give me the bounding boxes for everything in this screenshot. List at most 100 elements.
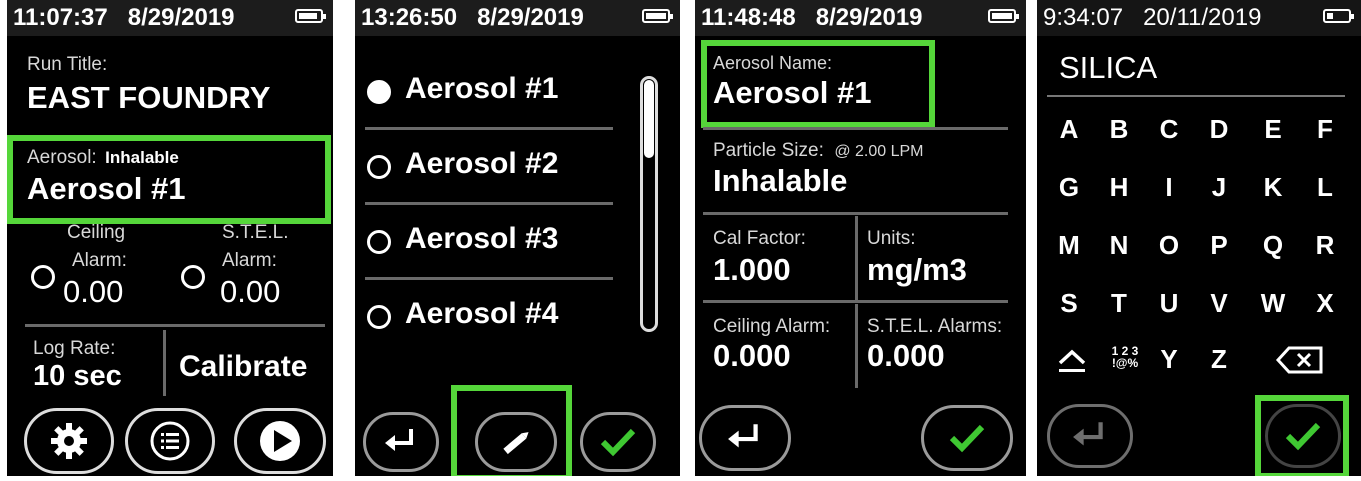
key[interactable]: Q (1253, 230, 1293, 261)
key[interactable]: Z (1199, 344, 1239, 375)
aerosol-header: Aerosol: Inhalable (27, 147, 179, 169)
check-icon (1285, 422, 1321, 451)
key[interactable]: S (1049, 288, 1089, 319)
aerosol-name-label: Aerosol Name: (713, 53, 833, 73)
check-icon (949, 424, 985, 453)
particle-flow: @ 2.00 LPM (834, 143, 924, 160)
list-button[interactable] (125, 408, 215, 474)
battery-icon (295, 9, 326, 23)
key[interactable]: I (1149, 172, 1189, 203)
units-label: Units: (867, 228, 916, 249)
ceiling-radio[interactable] (31, 265, 55, 289)
stel-value: 0.00 (220, 274, 281, 309)
list-item-radio[interactable] (367, 155, 391, 179)
stel-alarm-label: S.T.E.L. Alarms: (867, 316, 1003, 337)
key[interactable]: J (1199, 172, 1239, 203)
start-run-button[interactable] (234, 408, 326, 474)
backspace-icon (1275, 346, 1323, 374)
divider (365, 127, 613, 130)
ceiling-alarm-value[interactable]: 0.000 (713, 338, 791, 374)
screen-main: 11:07:37 8/29/2019 Run Title: EAST FOUND… (7, 0, 333, 476)
key[interactable]: F (1305, 114, 1345, 145)
key[interactable]: B (1099, 114, 1139, 145)
backspace-key[interactable] (1275, 345, 1325, 375)
lograte-label: Log Rate: (33, 338, 116, 359)
aerosol-name-field[interactable]: Aerosol #1 (713, 75, 872, 111)
divider (703, 300, 1008, 303)
list-item-radio[interactable] (367, 305, 391, 329)
symbols-key[interactable]: 1 2 3 !@% (1107, 345, 1143, 369)
aerosol-type: Inhalable (105, 148, 179, 167)
play-icon (260, 421, 300, 461)
units-value[interactable]: mg/m3 (867, 252, 967, 288)
key[interactable]: G (1049, 172, 1089, 203)
lograte-value[interactable]: 10 sec (33, 360, 122, 393)
calibrate-button[interactable]: Calibrate (179, 350, 307, 384)
key[interactable]: H (1099, 172, 1139, 203)
back-button[interactable] (1047, 404, 1133, 468)
key[interactable]: M (1049, 230, 1089, 261)
list-item-radio[interactable] (367, 230, 391, 254)
divider (855, 216, 858, 300)
stel-alarm-value[interactable]: 0.000 (867, 338, 945, 374)
scrollbar-thumb[interactable] (644, 80, 654, 158)
confirm-button[interactable] (1265, 404, 1341, 468)
ceiling-alarm-label: Alarm: (72, 250, 127, 271)
key[interactable]: P (1199, 230, 1239, 261)
scrollbar[interactable] (640, 76, 658, 332)
key[interactable]: Y (1149, 344, 1189, 375)
back-button[interactable] (699, 405, 791, 471)
list-item-radio[interactable] (367, 80, 391, 104)
aerosol-name[interactable]: Aerosol #1 (27, 171, 186, 207)
list-icon (150, 421, 190, 461)
run-title[interactable]: EAST FOUNDRY (27, 80, 270, 116)
settings-button[interactable] (24, 408, 114, 474)
ceiling-alarm-label: Ceiling Alarm: (713, 316, 831, 337)
list-item[interactable]: Aerosol #1 (405, 72, 558, 106)
key[interactable]: U (1149, 288, 1189, 319)
confirm-button[interactable] (580, 412, 656, 472)
divider (365, 202, 613, 205)
key[interactable]: X (1305, 288, 1345, 319)
status-bar: 11:48:48 8/29/2019 (695, 0, 1026, 36)
clock-time: 9:34:07 (1043, 4, 1124, 31)
clock-date: 8/29/2019 (815, 4, 923, 31)
cal-factor-value[interactable]: 1.000 (713, 252, 791, 288)
stel-radio[interactable] (181, 265, 205, 289)
screen-aerosol-list: 13:26:50 8/29/2019 Aerosol #1 Aerosol #2… (355, 0, 680, 476)
key[interactable]: R (1305, 230, 1345, 261)
clock-date: 20/11/2019 (1143, 4, 1262, 31)
clock-time: 11:48:48 (701, 4, 796, 31)
clock-time: 13:26:50 (361, 4, 458, 31)
key[interactable]: D (1199, 114, 1239, 145)
key[interactable]: V (1199, 288, 1239, 319)
battery-icon (642, 9, 673, 23)
back-icon (1073, 422, 1103, 446)
back-button[interactable] (363, 412, 439, 472)
run-title-label: Run Title: (27, 54, 108, 75)
key[interactable]: C (1149, 114, 1189, 145)
stel-label: S.T.E.L. (222, 222, 289, 243)
battery-icon (1323, 9, 1354, 23)
key[interactable]: N (1099, 230, 1139, 261)
shift-icon (1058, 349, 1086, 372)
list-item[interactable]: Aerosol #3 (405, 222, 558, 256)
key[interactable]: A (1049, 114, 1089, 145)
ceiling-value: 0.00 (63, 274, 124, 309)
clock-date: 8/29/2019 (477, 4, 584, 31)
key[interactable]: O (1149, 230, 1189, 261)
confirm-button[interactable] (921, 405, 1013, 471)
key[interactable]: E (1253, 114, 1293, 145)
key[interactable]: L (1305, 172, 1345, 203)
key[interactable]: K (1253, 172, 1293, 203)
key[interactable]: W (1253, 288, 1293, 319)
shift-key[interactable] (1055, 343, 1089, 377)
list-item[interactable]: Aerosol #4 (405, 297, 558, 331)
particle-size-value[interactable]: Inhalable (713, 163, 847, 199)
status-bar: 13:26:50 8/29/2019 (355, 0, 680, 36)
name-input-field[interactable]: SILICA (1059, 50, 1157, 86)
list-item[interactable]: Aerosol #2 (405, 147, 558, 181)
gear-icon (51, 423, 87, 459)
key[interactable]: T (1099, 288, 1139, 319)
status-bar: 11:07:37 8/29/2019 (7, 0, 333, 36)
